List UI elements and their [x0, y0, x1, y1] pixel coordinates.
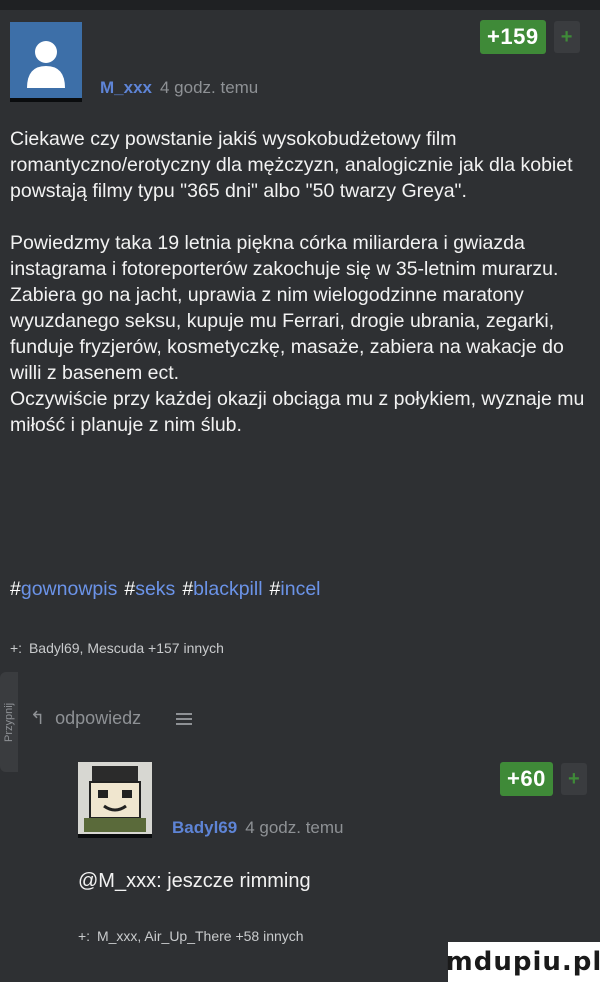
- post-body: Ciekawe czy powstanie jakiś wysokobudżet…: [10, 126, 588, 438]
- post-actions: ↰ odpowiedz: [30, 708, 193, 729]
- reply-vote-box: +60 +: [500, 762, 587, 796]
- post-timestamp[interactable]: 4 godz. temu: [160, 78, 258, 98]
- post-voters-line[interactable]: +: Badyl69, Mescuda +157 innych: [10, 640, 224, 656]
- site-watermark-logo: mdupiu.pl: [446, 942, 600, 982]
- post-tags: #gownowpis #seks #blackpill #incel: [10, 578, 321, 601]
- reply-score: +60: [500, 762, 553, 796]
- post-paragraph-3: Oczywiście przy każdej okazji obciąga mu…: [10, 388, 585, 436]
- tag-link[interactable]: #blackpill: [182, 578, 262, 601]
- user-avatar-m-xxx[interactable]: [10, 22, 82, 102]
- reply-arrow-icon[interactable]: ↰: [30, 708, 45, 729]
- tag-link[interactable]: #incel: [270, 578, 321, 601]
- voters-label: +:: [78, 928, 91, 944]
- mikroblog-screen: M_xxx 4 godz. temu +159 + Ciekawe czy po…: [0, 0, 600, 982]
- reply-mention[interactable]: @M_xxx:: [78, 870, 162, 892]
- cartoon-face-avatar-icon: [78, 762, 152, 834]
- reply-voters-line[interactable]: +: M_xxx, Air_Up_There +58 innych: [78, 928, 304, 944]
- reply-upvote-button[interactable]: +: [560, 763, 587, 795]
- reply-body: @M_xxx: jeszcze rimming: [78, 870, 311, 893]
- more-menu-icon[interactable]: [176, 712, 193, 725]
- reply-author-name[interactable]: Badyl69: [172, 818, 237, 838]
- tag-link[interactable]: #seks: [124, 578, 175, 601]
- status-bar: [0, 0, 600, 10]
- post-score: +159: [480, 20, 546, 54]
- reply-button[interactable]: odpowiedz: [55, 708, 141, 729]
- voters-list[interactable]: M_xxx, Air_Up_There +58 innych: [97, 928, 304, 944]
- reply-timestamp[interactable]: 4 godz. temu: [245, 818, 343, 838]
- default-avatar-icon: [10, 22, 82, 98]
- post-author-name[interactable]: M_xxx: [100, 78, 152, 98]
- user-avatar-badyl69[interactable]: [78, 762, 152, 838]
- tag-link[interactable]: #gownowpis: [10, 578, 117, 601]
- post-paragraph-2: Powiedzmy taka 19 letnia piękna córka mi…: [10, 232, 564, 384]
- voters-list[interactable]: Badyl69, Mescuda +157 innych: [29, 640, 224, 656]
- post-upvote-button[interactable]: +: [553, 21, 580, 53]
- reply-content: jeszcze rimming: [167, 870, 311, 892]
- voters-label: +:: [10, 640, 23, 656]
- reply-author-line: Badyl69 4 godz. temu: [172, 818, 343, 838]
- post-vote-box: +159 +: [480, 20, 580, 54]
- side-pin-tab[interactable]: Przypnij: [0, 672, 18, 772]
- post-paragraph-1: Ciekawe czy powstanie jakiś wysokobudżet…: [10, 128, 573, 202]
- post-author-line: M_xxx 4 godz. temu: [100, 78, 258, 98]
